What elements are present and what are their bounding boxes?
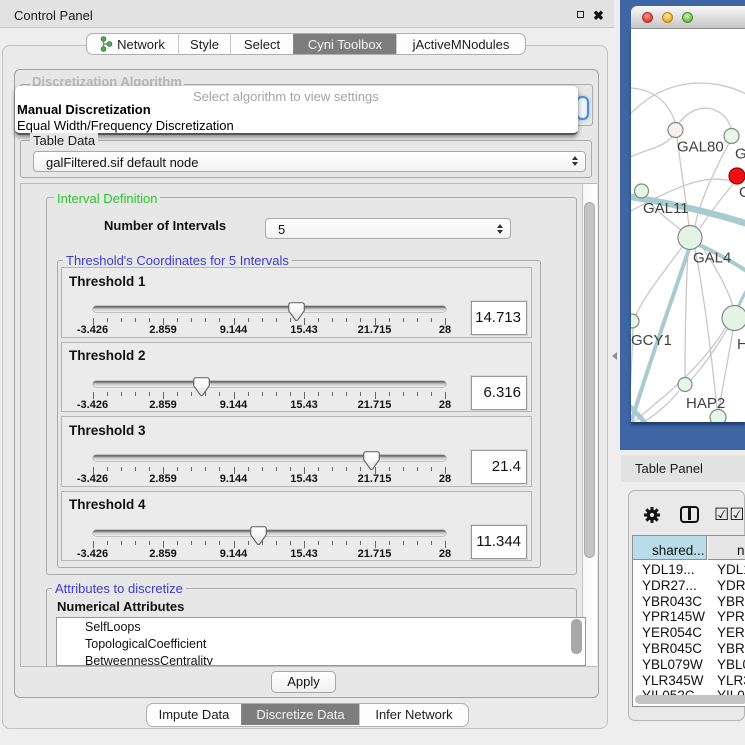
svg-text:GAL80: GAL80 xyxy=(677,139,724,156)
svg-text:G: G xyxy=(739,184,745,201)
svg-text:HAP2: HAP2 xyxy=(686,395,725,412)
svg-text:GCY1: GCY1 xyxy=(631,332,672,349)
svg-text:GAL4: GAL4 xyxy=(693,250,731,267)
svg-text:GAL11: GAL11 xyxy=(643,200,689,217)
svg-text:HA: HA xyxy=(737,336,745,353)
svg-text:GAL: GAL xyxy=(735,146,745,163)
